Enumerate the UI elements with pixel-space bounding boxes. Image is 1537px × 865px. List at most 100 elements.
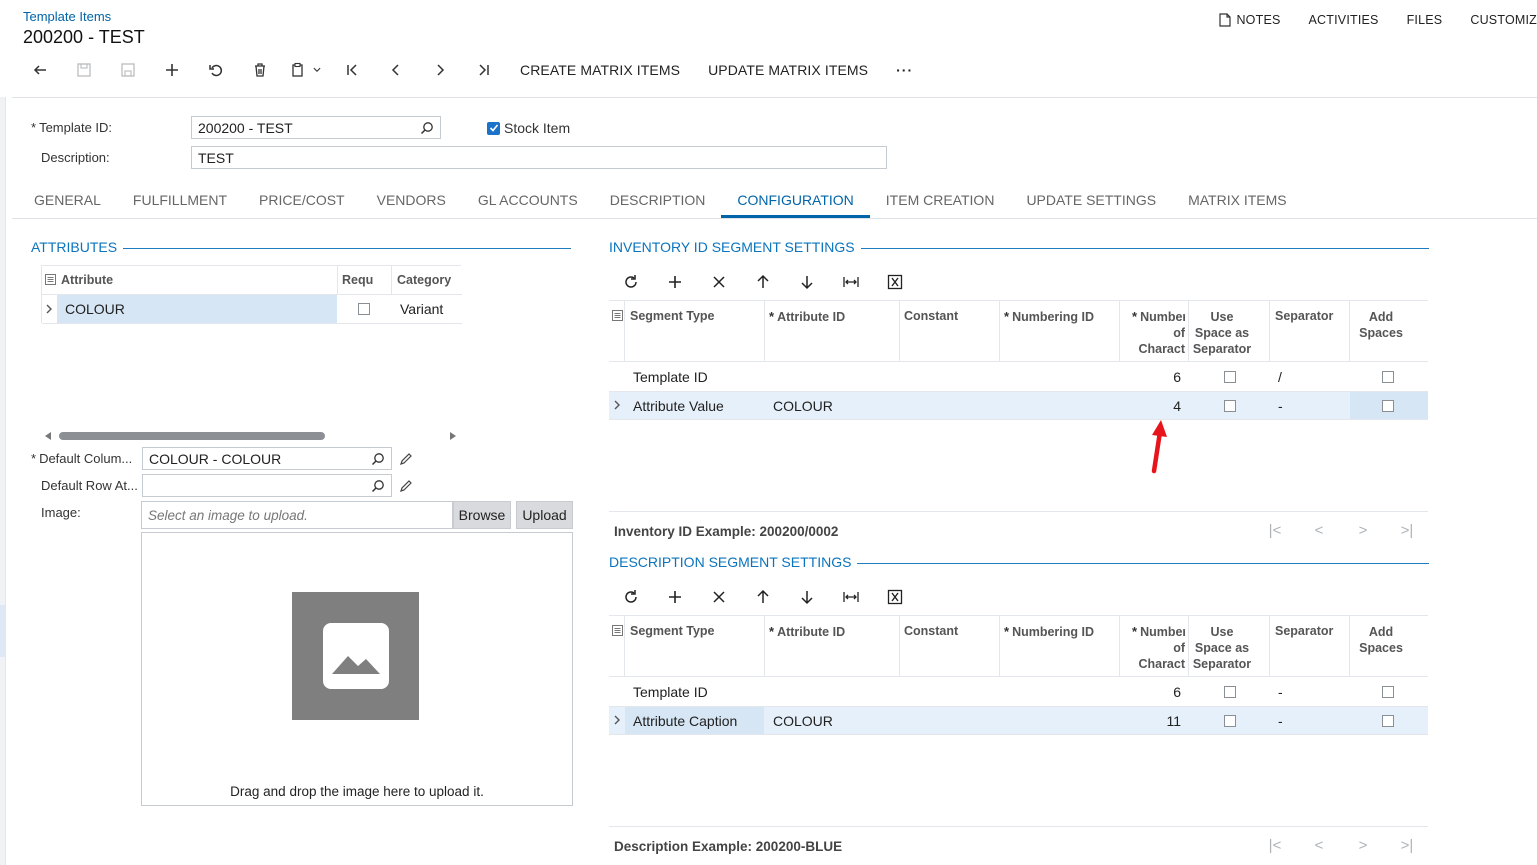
num-chars-cell[interactable]: 6 [1129,369,1181,385]
row-expand-chevron-icon[interactable] [613,400,621,410]
table-row[interactable]: Attribute Caption COLOUR 11 - [609,706,1428,735]
tab-description[interactable]: DESCRIPTION [594,183,722,218]
update-matrix-items-button[interactable]: UPDATE MATRIX ITEMS [708,62,868,78]
attribute-id-cell[interactable]: COLOUR [773,713,833,729]
image-file-input[interactable]: Select an image to upload. [141,501,453,529]
template-id-field[interactable]: 200200 - TEST [191,116,441,139]
tab-configuration[interactable]: CONFIGURATION [721,183,870,218]
separator-cell[interactable]: - [1278,713,1283,729]
row-expand-chevron-icon[interactable] [613,715,621,725]
num-chars-cell[interactable]: 6 [1129,684,1181,700]
tab-gl-accounts[interactable]: GL ACCOUNTS [462,183,594,218]
required-checkbox[interactable] [358,303,370,315]
move-up-button[interactable] [741,270,785,294]
tab-vendors[interactable]: VENDORS [361,183,462,218]
move-up-button[interactable] [741,585,785,609]
table-row[interactable]: Template ID 6 / [609,362,1428,391]
more-actions-button[interactable]: ··· [896,62,913,78]
segment-type-cell[interactable]: Attribute Caption [633,713,737,729]
add-row-button[interactable] [653,585,697,609]
files-link[interactable]: FILES [1407,13,1443,27]
last-page-icon[interactable]: >| [1385,522,1429,539]
stock-item-checkbox[interactable]: Stock Item [487,120,570,136]
previous-record-button[interactable] [374,56,418,84]
tab-update-settings[interactable]: UPDATE SETTINGS [1010,183,1172,218]
horizontal-scrollbar[interactable] [41,430,461,442]
separator-cell[interactable]: - [1278,398,1283,414]
activities-link[interactable]: ACTIVITIES [1309,13,1379,27]
col-attribute-id[interactable]: Attribute ID [769,624,845,639]
default-column-field[interactable]: COLOUR - COLOUR [142,447,392,470]
col-category[interactable]: Category [397,273,451,287]
col-use-space-separator[interactable]: Use Space as Separator [1192,309,1252,357]
separator-cell[interactable]: - [1278,684,1283,700]
col-attribute-id[interactable]: Attribute ID [769,309,845,324]
separator-cell[interactable]: / [1278,369,1282,385]
scrollbar-thumb[interactable] [59,432,325,440]
fit-columns-button[interactable] [829,270,873,294]
delete-button[interactable] [238,56,282,84]
tab-matrix-items[interactable]: MATRIX ITEMS [1172,183,1303,218]
col-separator[interactable]: Separator [1275,624,1333,638]
edit-pencil-icon[interactable] [399,452,413,466]
col-add-spaces[interactable]: Add Spaces [1355,624,1407,656]
breadcrumb[interactable]: Template Items [23,9,111,24]
back-button[interactable] [18,56,62,84]
table-row[interactable]: Attribute Value COLOUR 4 - [609,391,1428,420]
last-page-icon[interactable]: >| [1385,837,1429,854]
refresh-button[interactable] [609,270,653,294]
segment-type-cell[interactable]: Template ID [633,369,708,385]
add-spaces-checkbox[interactable] [1382,715,1394,727]
notes-link[interactable]: NOTES [1219,13,1280,27]
tab-item-creation[interactable]: ITEM CREATION [870,183,1011,218]
col-add-spaces[interactable]: Add Spaces [1355,309,1407,341]
refresh-button[interactable] [609,585,653,609]
search-icon[interactable] [371,452,385,466]
prev-page-icon[interactable]: < [1297,522,1341,539]
fit-columns-button[interactable] [829,585,873,609]
move-down-button[interactable] [785,585,829,609]
last-record-button[interactable] [462,56,506,84]
col-attribute[interactable]: Attribute [61,273,113,287]
customization-link[interactable]: CUSTOMIZ [1470,13,1537,27]
tab-price-cost[interactable]: PRICE/COST [243,183,361,218]
export-excel-button[interactable] [873,585,917,609]
attribute-id-cell[interactable]: COLOUR [773,398,833,414]
col-required[interactable]: Requ [342,273,373,287]
col-segment-type[interactable]: Segment Type [630,309,715,323]
create-matrix-items-button[interactable]: CREATE MATRIX ITEMS [520,62,680,78]
undo-button[interactable] [194,56,238,84]
upload-button[interactable]: Upload [516,501,573,529]
description-field[interactable]: TEST [191,146,887,169]
scroll-left-icon[interactable] [45,432,52,440]
image-drop-zone[interactable]: Drag and drop the image here to upload i… [141,532,573,806]
add-spaces-checkbox[interactable] [1382,686,1394,698]
table-row[interactable]: Template ID 6 - [609,677,1428,706]
grid-settings-icon[interactable] [612,310,623,321]
segment-type-cell[interactable]: Attribute Value [633,398,724,414]
copy-paste-button[interactable] [282,56,330,84]
col-numbering-id[interactable]: Numbering ID [1004,624,1094,639]
row-expand-chevron-icon[interactable] [45,304,53,314]
prev-page-icon[interactable]: < [1297,837,1341,854]
segment-type-cell[interactable]: Template ID [633,684,708,700]
next-page-icon[interactable]: > [1341,522,1385,539]
col-number-of-characters[interactable]: Number of Charact [1132,624,1185,672]
tab-fulfillment[interactable]: FULFILLMENT [117,183,243,218]
attribute-cell[interactable]: COLOUR [65,301,125,317]
col-number-of-characters[interactable]: Number of Charact [1132,309,1185,357]
col-segment-type[interactable]: Segment Type [630,624,715,638]
grid-settings-icon[interactable] [45,274,56,285]
use-space-checkbox[interactable] [1224,686,1236,698]
first-page-icon[interactable]: |< [1253,522,1297,539]
browse-button[interactable]: Browse [453,501,511,529]
next-record-button[interactable] [418,56,462,84]
grid-settings-icon[interactable] [612,625,623,636]
default-row-field[interactable] [142,474,392,497]
col-constant[interactable]: Constant [904,624,958,638]
num-chars-cell[interactable]: 11 [1129,713,1181,729]
tab-general[interactable]: GENERAL [18,183,117,218]
search-icon[interactable] [420,121,434,135]
add-button[interactable] [150,56,194,84]
add-row-button[interactable] [653,270,697,294]
